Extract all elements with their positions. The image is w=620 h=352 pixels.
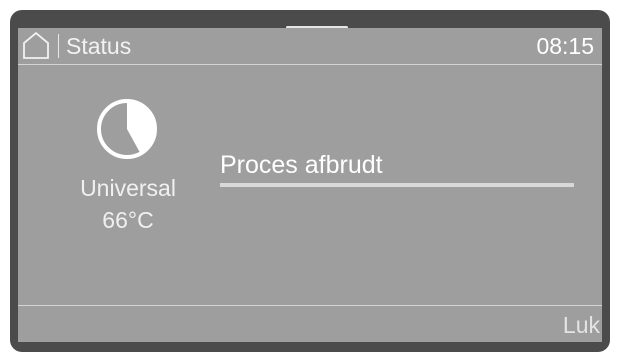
display-screen: Status 08:15 Universal 66°C Proces afbru… [18,28,602,342]
program-temperature: 66°C [102,207,154,233]
progress-bar-fill [220,183,574,187]
home-icon[interactable] [20,30,52,60]
footer-rule [18,305,602,306]
status-header: Status 08:15 [18,28,602,64]
program-pie-icon [96,98,158,160]
close-button[interactable]: Luk [551,308,602,342]
program-name: Universal [80,175,176,201]
header-rule [18,64,602,65]
clock: 08:15 [536,33,594,59]
header-title: Status [66,33,132,59]
process-status-message: Proces afbrudt [220,151,383,179]
header-divider [58,34,59,58]
progress-bar [220,183,574,187]
